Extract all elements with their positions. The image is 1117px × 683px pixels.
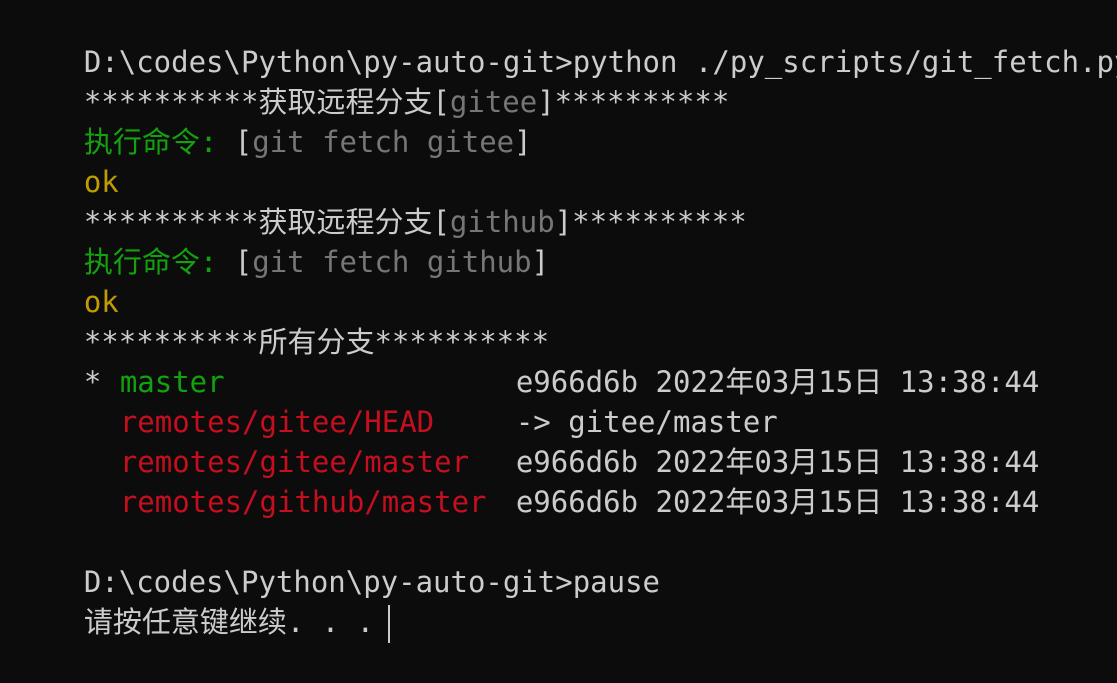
branches-header: **********所有分支**********	[14, 282, 1117, 359]
branch-marker	[84, 442, 120, 482]
fetch-header-suffix: ]**********	[537, 85, 730, 119]
fetch-header-prefix: **********获取远程分支[	[83, 85, 450, 119]
branch-marker	[84, 482, 120, 522]
command-text: python ./py_scripts/git_fetch.py	[572, 45, 1117, 79]
command-line: D:\codes\Python\py-auto-git>pause	[14, 522, 1117, 599]
fetch-header-prefix: **********获取远程分支[	[83, 205, 450, 239]
exec-label: 执行命令:	[83, 245, 218, 279]
terminal-window[interactable]: D:\codes\Python\py-auto-git>python ./py_…	[0, 0, 1117, 643]
branch-info: e966d6b 2022年03月15日 13:38:44	[515, 365, 1040, 399]
branch-info: e966d6b 2022年03月15日 13:38:44	[515, 445, 1040, 479]
result-ok: ok	[83, 165, 119, 199]
exec-command: git fetch github	[252, 245, 532, 279]
command-line: D:\codes\Python\py-auto-git>python ./py_…	[14, 2, 1117, 79]
current-branch-marker: *	[83, 365, 119, 399]
branch-info: -> gitee/master	[515, 405, 778, 439]
branch-name: remotes/gitee/master	[119, 445, 470, 479]
fetch-header-github: **********获取远程分支[github]**********	[14, 162, 1117, 239]
command-text: pause	[572, 565, 661, 599]
exec-close-bracket: ]	[514, 125, 532, 159]
exec-close-bracket: ]	[531, 245, 550, 279]
fetch-remote-name: github	[449, 205, 555, 239]
fetch-remote-name: gitee	[449, 85, 538, 119]
result-ok: ok	[83, 285, 119, 319]
exec-open-bracket: [	[217, 245, 253, 279]
fetch-header-suffix: ]**********	[554, 205, 747, 239]
branch-name: remotes/gitee/HEAD	[119, 405, 435, 439]
branch-name: master	[119, 365, 225, 399]
pause-message: 请按任意键继续. . .	[83, 605, 375, 639]
branch-marker	[84, 402, 120, 442]
prompt-path: D:\codes\Python\py-auto-git>	[83, 45, 573, 79]
branches-header-text: **********所有分支**********	[83, 325, 550, 359]
branch-name: remotes/github/master	[119, 485, 487, 519]
exec-open-bracket: [	[217, 125, 253, 159]
exec-label: 执行命令:	[83, 125, 218, 159]
text-cursor	[388, 605, 391, 643]
prompt-path: D:\codes\Python\py-auto-git>	[83, 565, 573, 599]
branch-info: e966d6b 2022年03月15日 13:38:44	[515, 485, 1040, 519]
exec-command: git fetch gitee	[252, 125, 515, 159]
